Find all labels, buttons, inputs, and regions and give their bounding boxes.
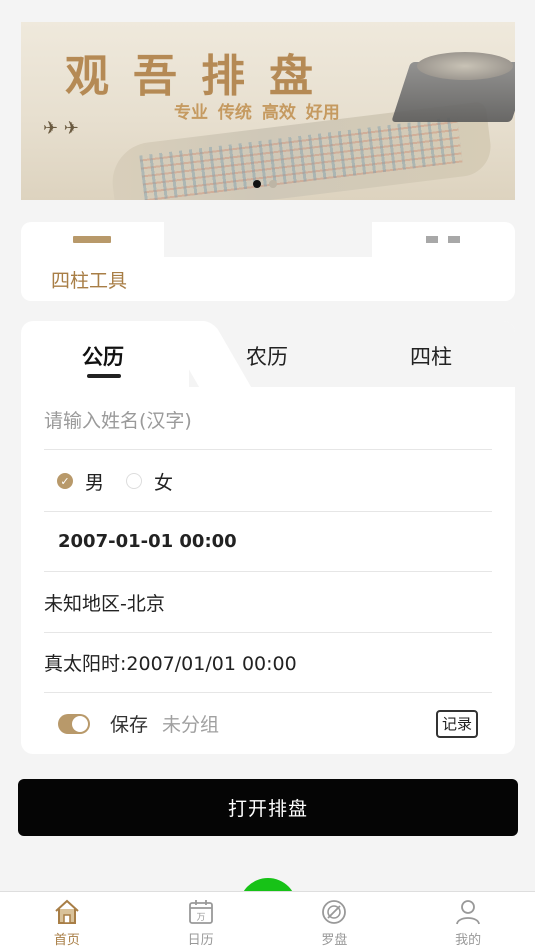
- more-tools-icon: [426, 236, 460, 243]
- nav-home-label: 首页: [53, 933, 80, 948]
- group-selector[interactable]: 未分组: [162, 710, 219, 737]
- tool-tab-sizhu[interactable]: 四柱工具: [21, 222, 164, 301]
- tab-lunar[interactable]: 农历: [246, 341, 288, 371]
- compass-icon: [322, 900, 347, 924]
- save-toggle[interactable]: [58, 713, 90, 734]
- nav-calendar[interactable]: 万 日历: [134, 892, 268, 951]
- nav-calendar-label: 日历: [187, 933, 214, 948]
- datetime-row[interactable]: 2007-01-01 00:00: [44, 511, 492, 572]
- banner-dot-active[interactable]: [253, 180, 261, 188]
- chart-input-form: 公历 农历 四柱 请输入姓名(汉字) ✓ 男 女 2007-01-01 00:0…: [21, 321, 515, 754]
- tool-card: 四柱工具: [21, 222, 515, 301]
- tool-tab-indicator-icon: [73, 236, 111, 243]
- home-icon: [55, 899, 79, 924]
- birth-location-value: 未知地区-北京: [44, 592, 165, 615]
- gender-female-label: 女: [154, 471, 174, 494]
- banner-pagination: [253, 180, 277, 188]
- birth-datetime-value: 2007-01-01 00:00: [58, 530, 237, 552]
- tool-tab-label: 四柱工具: [51, 270, 128, 292]
- calendar-icon: 万: [188, 900, 213, 924]
- nav-profile[interactable]: 我的: [401, 892, 535, 951]
- location-row[interactable]: 未知地区-北京: [44, 572, 492, 633]
- save-label: 保存: [110, 714, 149, 736]
- gender-female-option[interactable]: 女: [126, 468, 173, 495]
- gender-male-option[interactable]: ✓ 男: [57, 468, 104, 495]
- true-solar-time-row: 真太阳时:2007/01/01 00:00: [44, 632, 492, 693]
- tool-tab-more[interactable]: [372, 222, 515, 257]
- bottom-nav: 首页 万 日历 罗盘 我的: [0, 891, 535, 951]
- user-icon: [456, 900, 481, 925]
- nav-profile-label: 我的: [455, 933, 482, 948]
- gender-male-label: 男: [85, 471, 105, 494]
- banner-birds-illustration: ✈ ✈: [43, 118, 79, 139]
- radio-checked-icon: ✓: [57, 473, 73, 489]
- nav-home[interactable]: 首页: [0, 892, 134, 951]
- true-solar-time-value: 真太阳时:2007/01/01 00:00: [44, 652, 297, 675]
- gender-row: ✓ 男 女: [44, 451, 492, 512]
- name-field-row: 请输入姓名(汉字): [44, 389, 492, 450]
- name-input[interactable]: 请输入姓名(汉字): [44, 406, 192, 433]
- open-chart-button[interactable]: 打开排盘: [18, 779, 518, 836]
- tab-gregorian[interactable]: 公历: [82, 341, 124, 371]
- promo-banner[interactable]: ✈ ✈ 观吾排盘 专业 传统 高效 好用: [21, 22, 515, 200]
- banner-title: 观吾排盘: [65, 51, 337, 102]
- nav-compass[interactable]: 罗盘: [268, 892, 402, 951]
- svg-text:万: 万: [196, 913, 205, 923]
- banner-subtitle: 专业 传统 高效 好用: [174, 103, 340, 123]
- banner-spoon-illustration: [417, 52, 513, 80]
- tab-four-pillars[interactable]: 四柱: [410, 341, 452, 371]
- nav-compass-label: 罗盘: [321, 933, 348, 948]
- radio-unchecked-icon: [126, 473, 143, 489]
- record-button[interactable]: 记录: [435, 709, 478, 738]
- banner-dot[interactable]: [269, 180, 277, 188]
- active-tab-underline: [87, 374, 121, 378]
- save-row: 保存 未分组 记录: [44, 693, 492, 754]
